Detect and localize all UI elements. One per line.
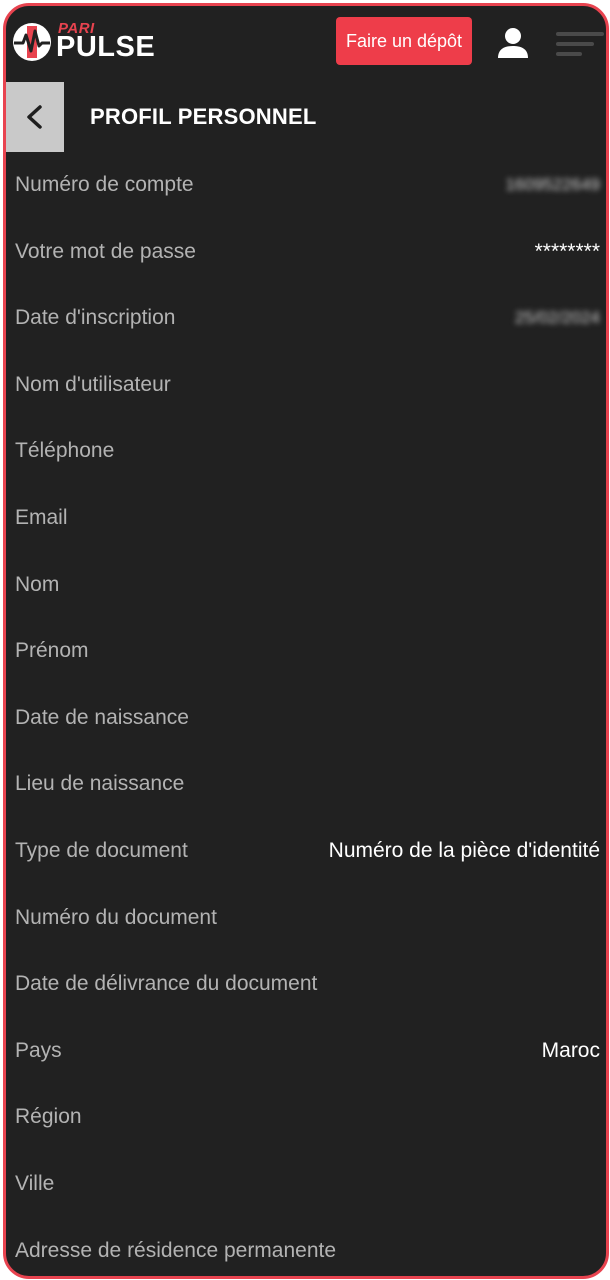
app-frame: PARI PULSE Faire un dépôt PROFIL PERSONN… — [3, 3, 609, 1279]
profile-row: Ville — [6, 1151, 606, 1218]
profile-row-label: Numéro du document — [15, 905, 217, 929]
profile-row: Type de document Numéro de la pièce d'ide… — [6, 818, 606, 885]
profile-row: Nom d'utilisateur — [6, 352, 606, 419]
profile-row: Lieu de naissance — [6, 751, 606, 818]
profile-row: Numéro de compte 1609522649 — [6, 152, 606, 219]
profile-row: Région — [6, 1084, 606, 1151]
profile-row: Date de naissance — [6, 685, 606, 752]
profile-row: Prénom — [6, 618, 606, 685]
deposit-button[interactable]: Faire un dépôt — [336, 17, 472, 65]
profile-row: Pays Maroc — [6, 1018, 606, 1085]
header: PARI PULSE Faire un dépôt — [6, 6, 606, 82]
profile-row: Votre mot de passe ******** — [6, 219, 606, 286]
profile-row: Date d'inscription 25/02/2024 — [6, 285, 606, 352]
profile-row: Email — [6, 485, 606, 552]
profile-row-value: ******** — [534, 239, 600, 263]
logo-text-bottom: PULSE — [56, 31, 156, 63]
profile-row-label: Date d'inscription — [15, 306, 176, 330]
page-title: PROFIL PERSONNEL — [90, 104, 317, 129]
menu-icon[interactable] — [556, 30, 604, 60]
chevron-left-icon — [27, 105, 42, 129]
profile-row-label: Téléphone — [15, 439, 115, 463]
logo[interactable]: PARI PULSE — [12, 20, 172, 64]
profile-row-label: Prénom — [15, 639, 89, 663]
profile-row-label: Région — [15, 1105, 82, 1129]
profile-row-label: Adresse de résidence permanente — [15, 1238, 337, 1262]
profile-row: Téléphone — [6, 418, 606, 485]
profile-row-label: Votre mot de passe — [15, 239, 196, 263]
profile-row-label: Email — [15, 505, 68, 529]
profile-row-label: Pays — [15, 1038, 62, 1062]
user-icon[interactable] — [496, 26, 530, 60]
profile-row-label: Numéro de compte — [15, 173, 194, 196]
profile-row-label: Nom — [15, 572, 60, 596]
profile-row-label: Type de document — [15, 838, 188, 862]
profile-row-label: Date de délivrance du document — [15, 972, 318, 996]
profile-row-value: Numéro de la pièce d'identité — [328, 838, 600, 862]
profile-row: Adresse de résidence permanente — [6, 1218, 606, 1277]
profile-row-value: 1609522649 — [505, 175, 600, 194]
profile-row: Date de délivrance du document — [6, 951, 606, 1018]
profile-row-value: 25/02/2024 — [514, 308, 600, 328]
profile-row-label: Date de naissance — [15, 705, 189, 729]
profile-row: Nom — [6, 552, 606, 619]
profile-row: Numéro du document — [6, 885, 606, 952]
profile-row-label: Ville — [15, 1171, 55, 1195]
logo-mark-icon — [13, 23, 51, 61]
profile-row-value: Maroc — [541, 1038, 600, 1062]
profile-row-label: Nom d'utilisateur — [15, 372, 171, 396]
profile-list: Numéro de compte 1609522649 Votre mot de p… — [6, 152, 606, 1277]
profile-row-label: Lieu de naissance — [15, 772, 185, 796]
back-button[interactable] — [6, 82, 64, 152]
